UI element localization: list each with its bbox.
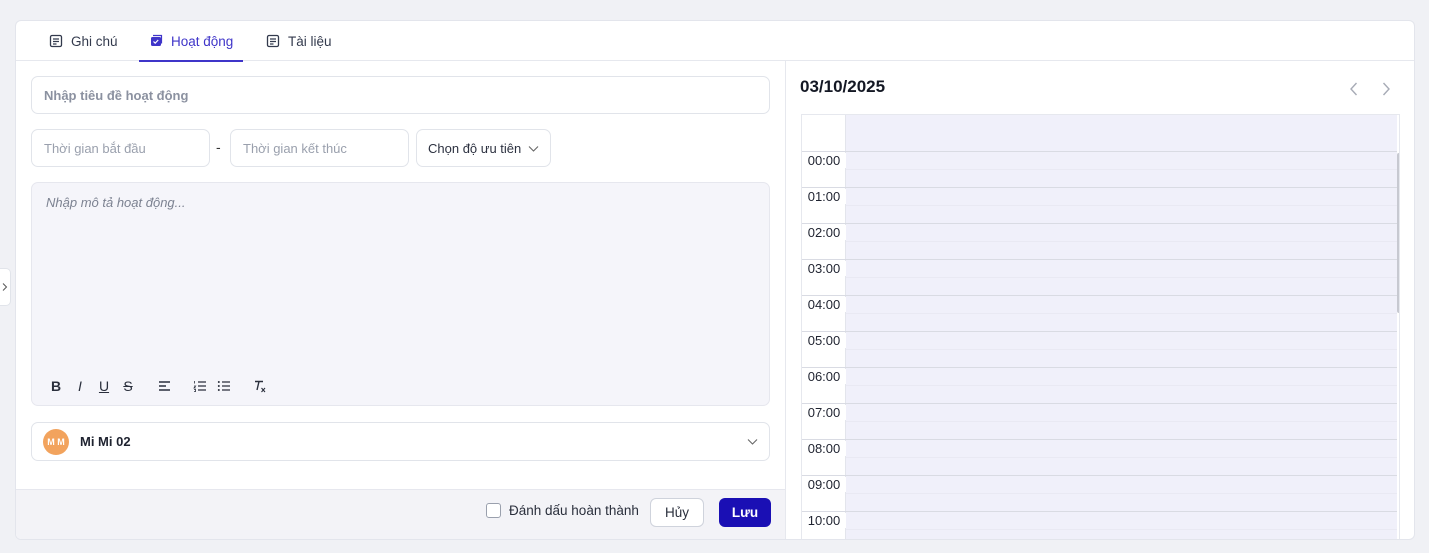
tab-bar: Ghi chú Hoạt động Tài liệu (16, 21, 1414, 62)
half-hour-line (846, 169, 1397, 170)
time-separator: - (216, 139, 221, 155)
hour-row[interactable] (802, 367, 1397, 403)
align-left-button[interactable] (152, 375, 176, 397)
calendar-grid[interactable]: 00:00 01:00 02:00 03:00 04:00 05:00 06:00 07:00… (801, 114, 1400, 539)
activity-panel: Ghi chú Hoạt động Tài liệu - Chọn độ ưu … (15, 20, 1415, 540)
form-footer: Đánh dấu hoàn thành Hủy Lưu (16, 489, 785, 539)
half-hour-line (846, 529, 1397, 530)
bullet-list-button[interactable] (212, 375, 236, 397)
half-hour-line (846, 349, 1397, 350)
next-day-button[interactable] (1377, 79, 1395, 99)
title-input[interactable] (31, 76, 770, 114)
tab-notes-label: Ghi chú (71, 33, 118, 49)
document-icon (266, 34, 280, 48)
editor-toolbar: B I U S (44, 375, 272, 397)
hour-row[interactable] (802, 331, 1397, 367)
chevron-left-icon (1350, 82, 1358, 96)
clear-format-button[interactable] (248, 375, 272, 397)
description-input[interactable] (32, 183, 769, 368)
activity-icon (151, 34, 163, 46)
avatar: M M (43, 428, 69, 455)
hour-row[interactable] (802, 151, 1397, 187)
hour-label: 10:00 (802, 513, 846, 528)
half-hour-line (846, 277, 1397, 278)
hour-label: 05:00 (802, 333, 846, 348)
sidebar-toggle-button[interactable] (0, 268, 11, 306)
chevron-right-icon (2, 283, 8, 291)
hour-label: 09:00 (802, 477, 846, 492)
chevron-down-icon (528, 145, 539, 152)
bullet-list-icon (217, 381, 230, 391)
hour-label: 00:00 (802, 153, 846, 168)
activity-form: - Chọn độ ưu tiên B I U S (16, 61, 785, 539)
calendar-date: 03/10/2025 (800, 77, 886, 96)
tab-notes[interactable]: Ghi chú (49, 21, 118, 61)
half-hour-line (846, 205, 1397, 206)
complete-checkbox[interactable] (486, 503, 501, 518)
hour-row[interactable] (802, 475, 1397, 511)
align-left-icon (158, 381, 170, 391)
half-hour-line (846, 457, 1397, 458)
complete-checkbox-wrapper[interactable]: Đánh dấu hoàn thành (486, 503, 639, 518)
half-hour-line (846, 241, 1397, 242)
italic-button[interactable]: I (68, 375, 92, 397)
hour-row[interactable] (802, 295, 1397, 331)
half-hour-line (846, 385, 1397, 386)
end-time-input[interactable] (230, 129, 409, 167)
hour-label: 03:00 (802, 261, 846, 276)
hour-label: 07:00 (802, 405, 846, 420)
chevron-right-icon (1382, 82, 1390, 96)
save-button[interactable]: Lưu (719, 498, 771, 527)
hour-label: 06:00 (802, 369, 846, 384)
clear-format-icon (255, 380, 266, 392)
hour-row[interactable] (802, 259, 1397, 295)
assignee-name: Mi Mi 02 (80, 434, 131, 449)
half-hour-line (846, 493, 1397, 494)
tab-activity-label: Hoạt động (171, 33, 234, 49)
calendar-panel: 03/10/2025 00:00 01:00 02:00 03:00 04:00 05:0… (786, 61, 1414, 539)
hour-row[interactable] (802, 403, 1397, 439)
chevron-down-icon (747, 439, 758, 445)
hour-label: 08:00 (802, 441, 846, 456)
half-hour-line (846, 313, 1397, 314)
start-time-input[interactable] (31, 129, 210, 167)
tab-activity[interactable]: Hoạt động (138, 21, 244, 62)
priority-select-label: Chọn độ ưu tiên (428, 140, 522, 156)
hour-label: 04:00 (802, 297, 846, 312)
bold-button[interactable]: B (44, 375, 68, 397)
strikethrough-button[interactable]: S (116, 375, 140, 397)
tab-documents-label: Tài liệu (288, 33, 332, 49)
cancel-button[interactable]: Hủy (650, 498, 704, 527)
hour-row[interactable] (802, 439, 1397, 475)
tab-documents[interactable]: Tài liệu (266, 21, 332, 61)
previous-day-button[interactable] (1345, 79, 1363, 99)
underline-button[interactable]: U (92, 375, 116, 397)
hour-label: 02:00 (802, 225, 846, 240)
note-icon (49, 34, 63, 48)
hour-row[interactable] (802, 223, 1397, 259)
ordered-list-button[interactable] (188, 375, 212, 397)
ordered-list-icon (193, 381, 206, 392)
assignee-select[interactable]: M M Mi Mi 02 (31, 422, 770, 461)
description-editor: B I U S (31, 182, 770, 406)
hour-label: 01:00 (802, 189, 846, 204)
calendar-scrollbar[interactable] (1397, 153, 1399, 313)
hour-row[interactable] (802, 187, 1397, 223)
hour-row[interactable] (802, 511, 1397, 539)
complete-checkbox-label: Đánh dấu hoàn thành (509, 503, 639, 518)
priority-select[interactable]: Chọn độ ưu tiên (416, 129, 551, 167)
half-hour-line (846, 421, 1397, 422)
